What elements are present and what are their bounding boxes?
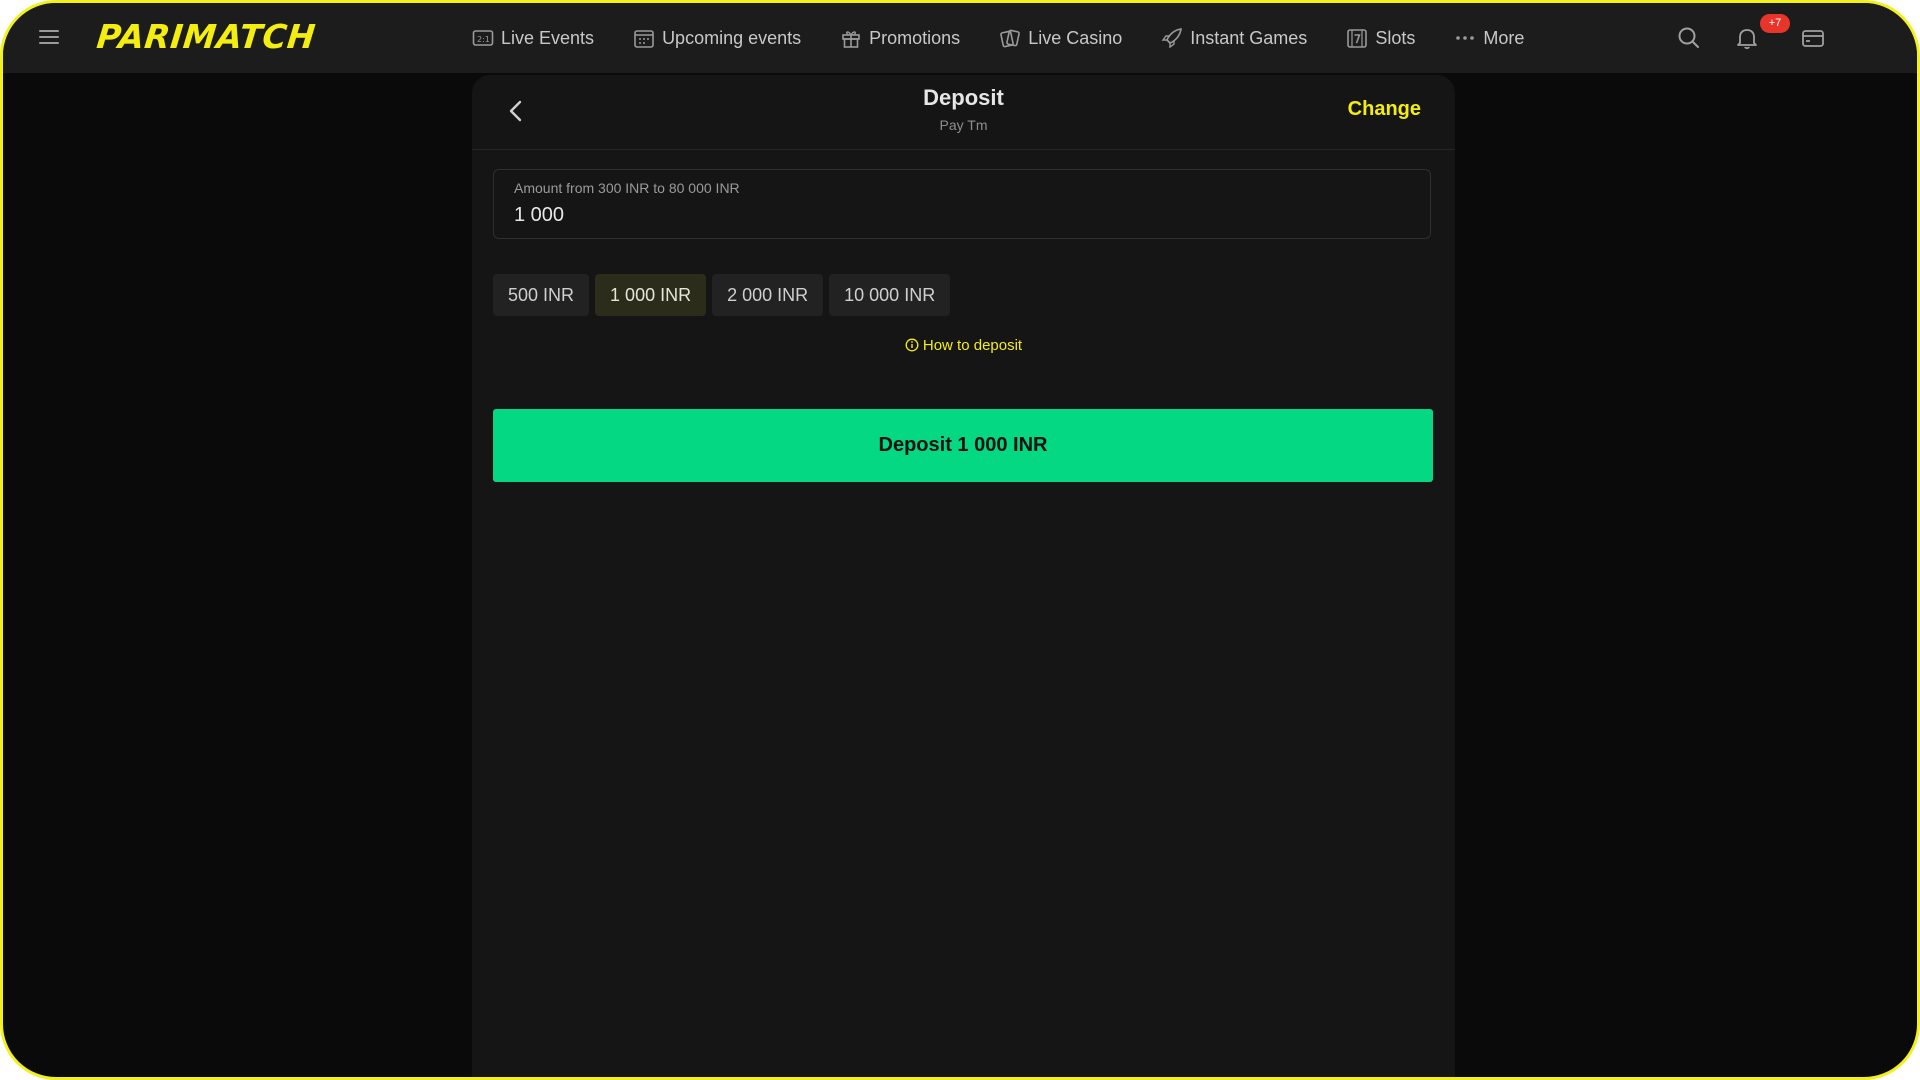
- bell-icon[interactable]: [1735, 26, 1759, 50]
- nav-label: Live Casino: [1028, 27, 1123, 48]
- preset-amount-chip[interactable]: 10 000 INR: [829, 274, 951, 316]
- nav-instant-games[interactable]: Instant Games: [1161, 28, 1307, 49]
- nav-label: Upcoming events: [662, 27, 802, 48]
- deposit-header: Deposit Pay Tm Change: [472, 75, 1455, 150]
- how-to-deposit-label: How to deposit: [922, 337, 1023, 354]
- payment-method-subtitle: Pay Tm: [939, 117, 988, 133]
- nav-slots[interactable]: Slots: [1346, 28, 1415, 49]
- amount-input[interactable]: [514, 204, 1394, 227]
- parimatch-logo[interactable]: PARIMATCH: [95, 17, 318, 56]
- notification-badge: +7: [1760, 14, 1790, 33]
- amount-field[interactable]: Amount from 300 INR to 80 000 INR: [493, 169, 1431, 239]
- nav-label: Slots: [1375, 27, 1416, 48]
- slot-seven-icon: [1347, 29, 1368, 48]
- wallet-icon[interactable]: [1801, 26, 1825, 50]
- gift-icon: [842, 31, 860, 48]
- hamburger-menu-icon[interactable]: [39, 28, 59, 46]
- main-nav: 2:1 Live Events Upcoming events Promotio…: [472, 3, 1563, 73]
- nav-more[interactable]: More: [1454, 28, 1524, 49]
- deposit-submit-button[interactable]: Deposit 1 000 INR: [493, 409, 1433, 482]
- top-header: PARIMATCH 2:1 Live Events Upcoming event…: [3, 3, 1917, 73]
- how-to-deposit-link[interactable]: How to deposit: [472, 337, 1455, 354]
- nav-live-events[interactable]: 2:1 Live Events: [472, 28, 594, 49]
- preset-amounts: 500 INR 1 000 INR 2 000 INR 10 000 INR: [493, 274, 956, 316]
- nav-promotions[interactable]: Promotions: [840, 28, 960, 49]
- preset-amount-chip[interactable]: 500 INR: [493, 274, 590, 316]
- search-icon[interactable]: [1677, 26, 1701, 50]
- nav-label: Live Events: [501, 27, 595, 48]
- deposit-title: Deposit: [923, 85, 1004, 110]
- preset-amount-chip[interactable]: 2 000 INR: [712, 274, 824, 316]
- svg-text:2:1: 2:1: [477, 35, 490, 44]
- nav-label: More: [1483, 27, 1525, 48]
- ellipsis-icon: [1456, 36, 1475, 40]
- info-icon: [905, 338, 919, 352]
- change-method-button[interactable]: Change: [1348, 98, 1421, 121]
- nav-label: Instant Games: [1190, 27, 1308, 48]
- preset-amount-chip-selected[interactable]: 1 000 INR: [595, 274, 707, 316]
- nav-live-casino[interactable]: Live Casino: [999, 28, 1122, 49]
- deposit-panel: Deposit Pay Tm Change Amount from 300 IN…: [472, 75, 1455, 1077]
- nav-label: Promotions: [869, 27, 961, 48]
- cards-icon: [1000, 29, 1021, 48]
- scoreboard-icon: 2:1: [472, 30, 494, 46]
- calendar-icon: [634, 30, 654, 48]
- rocket-icon: [1161, 28, 1183, 48]
- app-frame: PARIMATCH 2:1 Live Events Upcoming event…: [0, 0, 1920, 1080]
- nav-upcoming-events[interactable]: Upcoming events: [633, 28, 801, 49]
- amount-label: Amount from 300 INR to 80 000 INR: [514, 180, 740, 196]
